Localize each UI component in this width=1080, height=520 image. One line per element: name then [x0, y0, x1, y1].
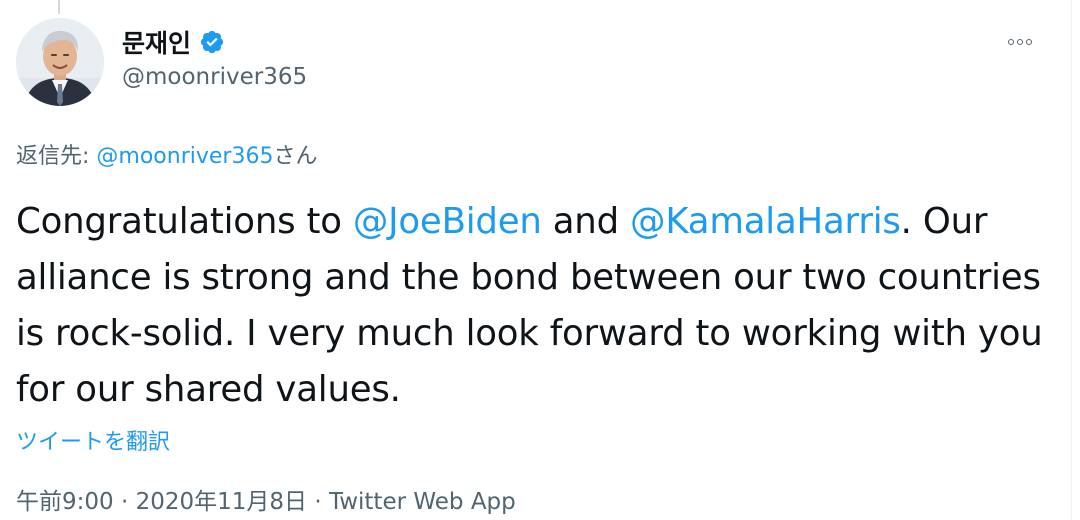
author-handle[interactable]: @moonriver365: [122, 64, 307, 90]
more-dot-icon: [1025, 39, 1032, 45]
tweet-metadata: 午前9:00 · 2020年11月8日 · Twitter Web App: [16, 482, 516, 516]
more-dot-icon: [1017, 39, 1023, 45]
profile-photo-icon: [16, 18, 104, 106]
avatar[interactable]: [16, 18, 104, 106]
tweet-source-link[interactable]: Twitter Web App: [329, 489, 516, 515]
mention-kamalaharris-link[interactable]: @KamalaHarris: [630, 201, 901, 242]
tweet-text-part: and: [541, 201, 631, 242]
verified-badge-icon: [199, 29, 225, 55]
mention-joebiden-link[interactable]: @JoeBiden: [353, 201, 542, 242]
tweet-time-link[interactable]: 午前9:00: [16, 489, 114, 515]
more-options-button[interactable]: [1000, 28, 1040, 56]
author-display-name-link[interactable]: 문재인: [122, 24, 307, 60]
reply-to-suffix: さん: [273, 144, 318, 169]
tweet-date-link[interactable]: 2020年11月8日: [136, 489, 307, 515]
translate-tweet-link[interactable]: ツイートを翻訳: [16, 424, 170, 456]
tweet-text-part: Congratulations to: [16, 201, 353, 242]
reply-to-line: 返信先: @moonriver365さん: [16, 138, 317, 170]
tweet-text: Congratulations to @JoeBiden and @Kamala…: [16, 194, 1056, 418]
more-dot-icon: [1008, 39, 1015, 45]
author-block: 문재인 @moonriver365: [122, 24, 307, 90]
meta-separator: ·: [113, 489, 136, 515]
column-divider: [1071, 0, 1072, 520]
reply-to-prefix: 返信先:: [16, 144, 97, 169]
meta-separator: ·: [307, 489, 329, 515]
thread-connector-line: [58, 0, 60, 14]
author-display-name: 문재인: [122, 29, 192, 58]
reply-to-mention-link[interactable]: @moonriver365: [96, 144, 273, 169]
